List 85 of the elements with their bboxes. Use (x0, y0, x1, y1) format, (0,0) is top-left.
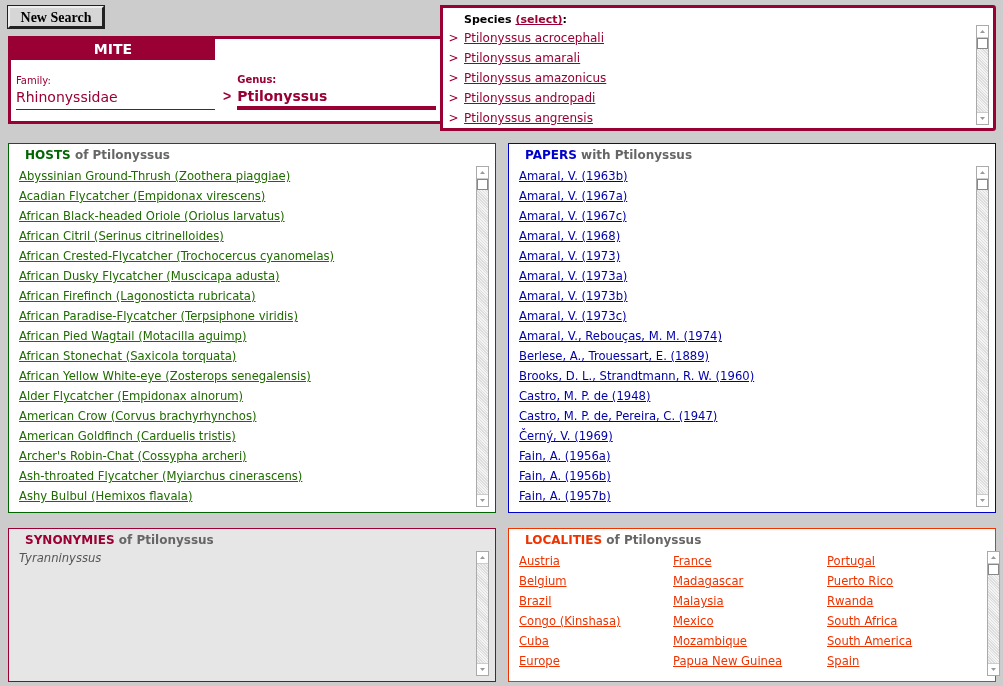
paper-link[interactable]: Amaral, V. (1967a) (519, 186, 628, 206)
paper-link[interactable]: Amaral, V. (1973b) (519, 286, 628, 306)
species-link[interactable]: Ptilonyssus amarali (464, 51, 581, 65)
paper-link[interactable]: Fain, A. (1956b) (519, 466, 611, 486)
paper-link[interactable]: Fain, A. (1956a) (519, 446, 611, 466)
locality-link[interactable]: Mozambique (673, 631, 747, 651)
host-link[interactable]: Ashy Bulbul (Hemixos flavala) (19, 486, 193, 506)
species-link[interactable]: Ptilonyssus angrensis (464, 111, 593, 125)
host-link[interactable]: African Pied Wagtail (Motacilla aguimp) (19, 326, 247, 346)
paper-link[interactable]: Berlese, A., Trouessart, E. (1889) (519, 346, 710, 366)
locality-link[interactable]: Papua New Guinea (673, 651, 783, 671)
paper-link[interactable]: Amaral, V., Rebouças, M. M. (1974) (519, 326, 722, 346)
host-link[interactable]: Acadian Flycatcher (Empidonax virescens) (19, 186, 266, 206)
paper-link[interactable]: Amaral, V. (1973) (519, 246, 621, 266)
locality-link[interactable]: Austria (519, 551, 560, 571)
paper-link[interactable]: Amaral, V. (1973c) (519, 306, 627, 326)
locality-link[interactable]: South America (827, 631, 913, 651)
species-link[interactable]: Ptilonyssus amazonicus (464, 71, 607, 85)
arrow-glyph: > (223, 88, 232, 106)
host-link[interactable]: African Citril (Serinus citrinelloides) (19, 226, 224, 246)
scroll-thumb[interactable] (988, 564, 999, 575)
new-search-button[interactable]: New Search (8, 6, 104, 28)
arrow-glyph: > (447, 51, 460, 65)
species-link[interactable]: Ptilonyssus andropadi (464, 91, 596, 105)
arrow-glyph: > (447, 71, 460, 85)
locality-link[interactable]: Madagascar (673, 571, 744, 591)
locality-link[interactable]: Congo (Kinshasa) (519, 611, 621, 631)
host-link[interactable]: American Goldfinch (Carduelis tristis) (19, 426, 236, 446)
host-link[interactable]: Ash-throated Flycatcher (Myiarchus cinerascens) (19, 466, 303, 486)
panel-heading: LOCALITIES of Ptilonyssus (525, 533, 703, 547)
panel-heading: SYNONYMIES of Ptilonyssus (25, 533, 215, 547)
locality-link[interactable]: Puerto Rico (827, 571, 894, 591)
paper-link[interactable]: Brooks, D. L., Strandtmann, R. W. (1960) (519, 366, 755, 386)
mite-header: MITE (11, 39, 215, 60)
host-link[interactable]: African Paradise-Flycatcher (Terpsiphone viridis) (19, 306, 298, 326)
locality-link[interactable]: Belgium (519, 571, 567, 591)
host-link[interactable]: American Crow (Corvus brachyrhynchos) (19, 406, 257, 426)
locality-link[interactable]: Malaysia (673, 591, 724, 611)
arrow-glyph: > (447, 91, 460, 105)
host-link[interactable]: African Dusky Flycatcher (Muscicapa adusta) (19, 266, 280, 286)
paper-link[interactable]: Castro, M. P. de (1948) (519, 386, 651, 406)
species-heading: Species (select): (464, 13, 568, 26)
scrollbar[interactable] (476, 166, 489, 507)
panel-heading: HOSTS of Ptilonyssus (25, 148, 171, 162)
scrollbar[interactable] (987, 551, 1000, 676)
locality-link[interactable]: Rwanda (827, 591, 874, 611)
host-link[interactable]: African Crested-Flycatcher (Trochocercus cyanomelas) (19, 246, 335, 266)
scrollbar[interactable] (976, 25, 989, 125)
paper-link[interactable]: Amaral, V. (1968) (519, 226, 621, 246)
family-label: Family: (16, 75, 52, 86)
select-link[interactable]: (select) (515, 13, 563, 26)
host-link[interactable]: African Firefinch (Lagonosticta rubricata) (19, 286, 256, 306)
paper-link[interactable]: Castro, M. P. de, Pereira, C. (1947) (519, 406, 718, 426)
host-link[interactable]: African Black-headed Oriole (Oriolus larvatus) (19, 206, 285, 226)
scrollbar[interactable] (476, 551, 489, 676)
host-link[interactable]: Alder Flycatcher (Empidonax alnorum) (19, 386, 244, 406)
locality-link[interactable]: Mexico (673, 611, 714, 631)
species-link[interactable]: Ptilonyssus acrocephali (464, 31, 605, 45)
paper-link[interactable]: Amaral, V. (1963b) (519, 166, 628, 186)
locality-link[interactable]: South Africa (827, 611, 898, 631)
panel-heading: PAPERS with Ptilonyssus (525, 148, 694, 162)
arrow-glyph: > (447, 31, 460, 45)
locality-link[interactable]: Europe (519, 651, 560, 671)
scroll-thumb[interactable] (977, 38, 988, 49)
locality-link[interactable]: Brazil (519, 591, 552, 611)
synonym-text: Tyranninyssus (19, 551, 102, 567)
paper-link[interactable]: Amaral, V. (1973a) (519, 266, 628, 286)
scrollbar[interactable] (976, 166, 989, 507)
locality-link[interactable]: Portugal (827, 551, 876, 571)
scroll-thumb[interactable] (977, 179, 988, 190)
family-value: Rhinonyssidae (16, 89, 119, 105)
arrow-glyph: > (447, 111, 460, 125)
genus-label: Genus: (237, 74, 278, 85)
genus-value: Ptilonyssus (237, 88, 329, 104)
host-link[interactable]: Abyssinian Ground-Thrush (Zoothera piaggiae) (19, 166, 291, 186)
host-link[interactable]: African Stonechat (Saxicola torquata) (19, 346, 237, 366)
locality-link[interactable]: Spain (827, 651, 860, 671)
locality-link[interactable]: Cuba (519, 631, 549, 651)
paper-link[interactable]: Amaral, V. (1967c) (519, 206, 627, 226)
scroll-thumb[interactable] (477, 179, 488, 190)
paper-link[interactable]: Černý, V. (1969) (519, 426, 613, 446)
host-link[interactable]: Archer's Robin-Chat (Cossypha archeri) (19, 446, 247, 466)
paper-link[interactable]: Fain, A. (1957b) (519, 486, 611, 506)
locality-link[interactable]: France (673, 551, 712, 571)
host-link[interactable]: African Yellow White-eye (Zosterops senegalensis) (19, 366, 311, 386)
